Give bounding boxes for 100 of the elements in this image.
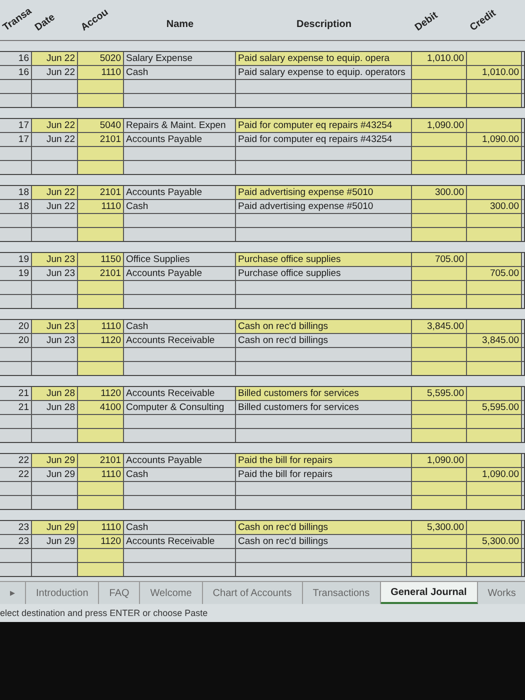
table-cell: Jun 22 bbox=[32, 52, 78, 65]
table-cell: Accounts Receivable bbox=[124, 387, 236, 400]
table-cell: 17 bbox=[0, 119, 32, 132]
table-cell: 16 bbox=[0, 66, 32, 79]
table-cell: Paid salary expense to equip. operators bbox=[236, 66, 412, 79]
table-cell: 20 bbox=[0, 320, 32, 333]
table-cell: Jun 23 bbox=[32, 253, 78, 266]
table-cell: 705.00 bbox=[467, 267, 522, 280]
table-cell: Jun 22 bbox=[32, 66, 78, 79]
table-cell: Billed customers for services bbox=[236, 401, 412, 414]
table-cell: 1120 bbox=[78, 334, 124, 347]
table-cell: 1110 bbox=[78, 320, 124, 333]
table-cell: Cash on rec'd billings bbox=[236, 521, 412, 534]
table-cell: 1150 bbox=[78, 253, 124, 266]
table-cell: 22 bbox=[0, 468, 32, 481]
table-cell: Accounts Receivable bbox=[124, 334, 236, 347]
table-cell: Cash bbox=[124, 468, 236, 481]
table-cell: Jun 22 bbox=[32, 119, 78, 132]
table-cell: Cash bbox=[124, 66, 236, 79]
table-cell: 5,595.00 bbox=[412, 387, 467, 400]
table-cell: 23 bbox=[0, 521, 32, 534]
table-cell: Billed customers for services bbox=[236, 387, 412, 400]
table-cell: 17 bbox=[0, 133, 32, 146]
table-cell: Paid the bill for repairs bbox=[236, 468, 412, 481]
table-cell: Jun 22 bbox=[32, 133, 78, 146]
table-cell: 1,010.00 bbox=[412, 52, 467, 65]
table-cell: Paid for computer eq repairs #43254 bbox=[236, 119, 412, 132]
table-cell: Jun 23 bbox=[32, 320, 78, 333]
table-cell: Jun 29 bbox=[32, 468, 78, 481]
table-cell: 3,845.00 bbox=[412, 320, 467, 333]
table-cell: 2101 bbox=[78, 267, 124, 280]
table-cell: Purchase office supplies bbox=[236, 267, 412, 280]
table-cell: Cash bbox=[124, 521, 236, 534]
table-cell: Paid for computer eq repairs #43254 bbox=[236, 133, 412, 146]
table-cell: 1,090.00 bbox=[412, 454, 467, 467]
status-message: elect destination and press ENTER or choose Paste bbox=[0, 604, 525, 622]
table-cell: Accounts Payable bbox=[124, 454, 236, 467]
table-cell: 3,845.00 bbox=[467, 334, 522, 347]
table-cell: Jun 28 bbox=[32, 387, 78, 400]
table-cell: 1,010.00 bbox=[467, 66, 522, 79]
table-cell: 1,090.00 bbox=[412, 119, 467, 132]
table-cell: Office Supplies bbox=[124, 253, 236, 266]
table-cell: 21 bbox=[0, 401, 32, 414]
table-cell: 1110 bbox=[78, 521, 124, 534]
table-cell: 5040 bbox=[78, 119, 124, 132]
table-cell: Jun 29 bbox=[32, 535, 78, 548]
table-cell: 2101 bbox=[78, 133, 124, 146]
table-cell: 5,300.00 bbox=[412, 521, 467, 534]
table-cell: Paid salary expense to equip. opera bbox=[236, 52, 412, 65]
table-cell: 19 bbox=[0, 267, 32, 280]
table-cell: Jun 29 bbox=[32, 454, 78, 467]
table-cell: 18 bbox=[0, 186, 32, 199]
table-cell: Computer & Consulting bbox=[124, 401, 236, 414]
table-cell: Accounts Payable bbox=[124, 267, 236, 280]
table-cell: 705.00 bbox=[412, 253, 467, 266]
table-cell: Jun 22 bbox=[32, 186, 78, 199]
table-cell: Accounts Payable bbox=[124, 133, 236, 146]
table-cell: Cash bbox=[124, 320, 236, 333]
table-cell: 19 bbox=[0, 253, 32, 266]
table-cell: Cash on rec'd billings bbox=[236, 320, 412, 333]
table-cell: 20 bbox=[0, 334, 32, 347]
table-cell: 16 bbox=[0, 52, 32, 65]
table-cell: Paid advertising expense #5010 bbox=[236, 200, 412, 213]
table-cell: Paid advertising expense #5010 bbox=[236, 186, 412, 199]
table-cell: Cash on rec'd billings bbox=[236, 535, 412, 548]
table-cell: Jun 29 bbox=[32, 521, 78, 534]
table-cell: 1110 bbox=[78, 200, 124, 213]
table-cell: 5020 bbox=[78, 52, 124, 65]
table-cell: 5,595.00 bbox=[467, 401, 522, 414]
sheet-tab[interactable]: General Journal bbox=[380, 582, 478, 604]
column-header: Description bbox=[296, 19, 352, 32]
table-cell: 2101 bbox=[78, 186, 124, 199]
table-cell: Purchase office supplies bbox=[236, 253, 412, 266]
table-cell: 1,090.00 bbox=[467, 468, 522, 481]
table-cell: Repairs & Maint. Expen bbox=[124, 119, 236, 132]
column-header: Date bbox=[33, 12, 58, 36]
table-cell: Jun 22 bbox=[32, 200, 78, 213]
table-cell: 300.00 bbox=[467, 200, 522, 213]
table-cell: Jun 23 bbox=[32, 267, 78, 280]
table-cell: 1,090.00 bbox=[467, 133, 522, 146]
table-cell: 2101 bbox=[78, 454, 124, 467]
table-cell: Jun 28 bbox=[32, 401, 78, 414]
table-cell: Jun 23 bbox=[32, 334, 78, 347]
table-cell: 22 bbox=[0, 454, 32, 467]
table-cell: 300.00 bbox=[412, 186, 467, 199]
table-cell: 1110 bbox=[78, 468, 124, 481]
table-cell: 21 bbox=[0, 387, 32, 400]
table-cell: 5,300.00 bbox=[467, 535, 522, 548]
table-cell: 4100 bbox=[78, 401, 124, 414]
table-cell: 1120 bbox=[78, 535, 124, 548]
table-cell: Cash bbox=[124, 200, 236, 213]
table-cell: 1120 bbox=[78, 387, 124, 400]
table-cell: Salary Expense bbox=[124, 52, 236, 65]
table-cell: Accounts Receivable bbox=[124, 535, 236, 548]
table-cell: Cash on rec'd billings bbox=[236, 334, 412, 347]
table-cell: Accounts Payable bbox=[124, 186, 236, 199]
table-cell: 23 bbox=[0, 535, 32, 548]
column-header: Name bbox=[166, 19, 194, 32]
table-cell: 1110 bbox=[78, 66, 124, 79]
table-cell: Paid the bill for repairs bbox=[236, 454, 412, 467]
